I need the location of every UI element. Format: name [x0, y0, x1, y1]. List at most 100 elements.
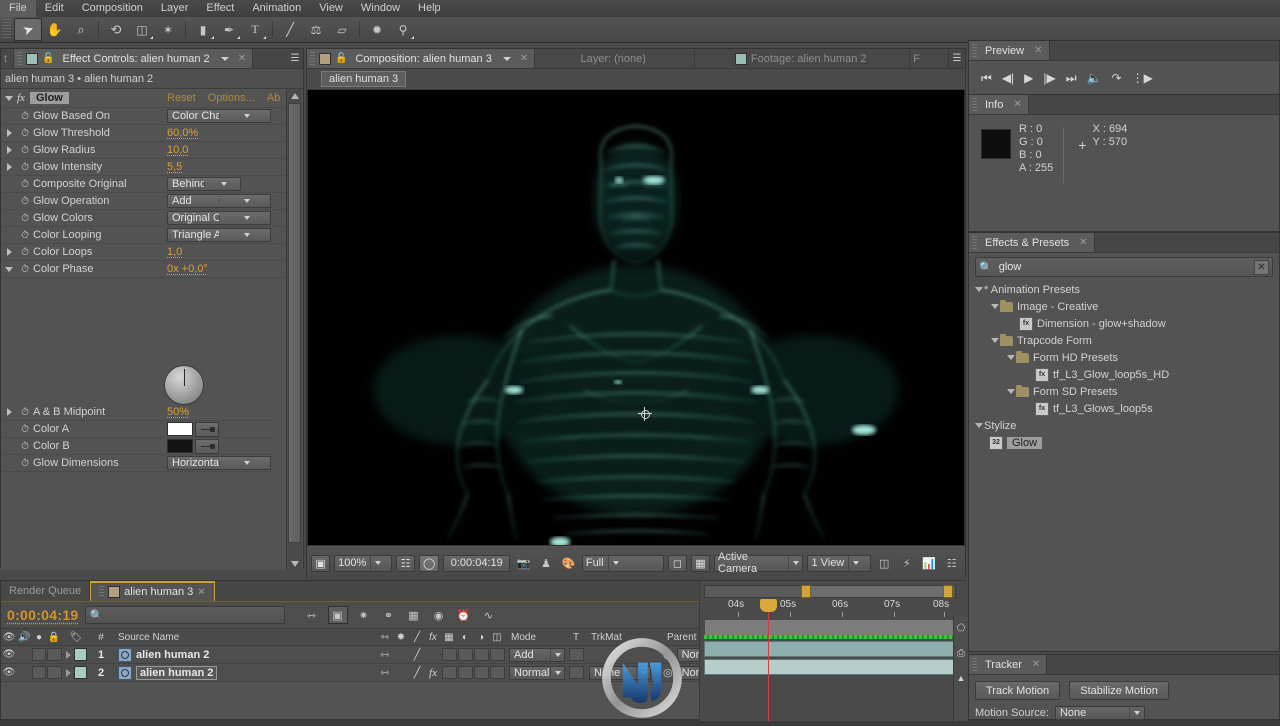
property-dropdown[interactable]: Original Colors [167, 211, 271, 225]
effects-search-input[interactable] [996, 260, 1254, 274]
stopwatch-icon[interactable]: ⏱ [17, 145, 33, 156]
twirl-down-icon[interactable] [973, 423, 984, 428]
tree-folder-image-creative[interactable]: Image - Creative [969, 298, 1279, 315]
timeline-search-input[interactable]: 🔍 [84, 606, 285, 624]
tree-preset-tf-glows-loop5s[interactable]: fx tf_L3_Glows_loop5s [969, 400, 1279, 417]
composition-viewer[interactable] [307, 90, 965, 545]
menu-item-layer[interactable]: Layer [152, 0, 198, 17]
stopwatch-icon[interactable]: ⏱ [17, 111, 33, 122]
tab-layer[interactable]: Layer: (none) [535, 49, 696, 68]
property-row-glow-threshold[interactable]: ⏱ Glow Threshold 60,0% [1, 125, 303, 142]
region-of-interest-icon[interactable]: ◯ [419, 554, 440, 572]
comp-stage[interactable] [308, 90, 964, 545]
property-row-color-looping[interactable]: ⏱ Color Looping Triangle A>B>A [1, 227, 303, 244]
puppet-pin-tool[interactable]: ⚲ [390, 19, 416, 40]
property-dropdown[interactable]: Color Channels [167, 109, 271, 123]
tab-effects-presets[interactable]: Effects & Presets ✕ [969, 233, 1095, 252]
motion-blur-icon[interactable]: ▦ [405, 607, 423, 623]
layer-motionblur-switch[interactable] [457, 648, 473, 661]
type-tool[interactable]: T [242, 19, 268, 40]
effect-twirl-icon[interactable] [1, 95, 17, 101]
next-frame-button[interactable]: |▶ [1043, 71, 1055, 85]
layer-quality-switch[interactable]: ╱ [409, 664, 425, 681]
first-frame-button[interactable]: ⏮ [981, 71, 992, 86]
tab-composition[interactable]: 🔓 Composition: alien human 3 ✕ [307, 49, 536, 68]
tree-folder-form-hd-presets[interactable]: Form HD Presets [969, 349, 1279, 366]
tab-footage[interactable]: Footage: alien human 2 [695, 49, 911, 68]
tab-render-queue[interactable]: Render Queue [1, 581, 91, 601]
grid-guides-icon[interactable]: ☷ [396, 554, 416, 572]
property-dropdown[interactable]: Behind [167, 177, 241, 191]
column-header-source-name[interactable]: Source Name [112, 629, 377, 645]
property-row-glow-dimensions[interactable]: ⏱ Glow Dimensions Horizontal an... [1, 455, 275, 472]
views-dropdown[interactable]: 1 View [807, 554, 871, 572]
scroll-down-icon[interactable] [289, 558, 300, 569]
property-row-color-a[interactable]: ⏱ Color A [1, 421, 275, 438]
layer-visibility-toggle[interactable]: 👁 [1, 664, 17, 681]
eraser-tool[interactable]: ▱ [329, 19, 355, 40]
hand-tool[interactable]: ✋ [42, 19, 68, 40]
lock-toggle[interactable] [46, 666, 62, 679]
transparency-grid-icon[interactable]: ▦ [690, 554, 711, 572]
chevron-down-icon[interactable] [500, 52, 514, 66]
clear-search-icon[interactable]: ✕ [1254, 259, 1269, 275]
eyedropper-icon[interactable] [195, 438, 219, 454]
layer-twirl-icon[interactable] [65, 650, 71, 659]
motion-source-dropdown[interactable]: None [1054, 706, 1145, 720]
effect-header-row[interactable]: fx Glow Reset Options... Ab [1, 89, 303, 108]
stopwatch-icon[interactable]: ⏱ [17, 179, 33, 190]
tree-preset-tf-glow-loop5s-hd[interactable]: fx tf_L3_Glow_loop5s_HD [969, 366, 1279, 383]
layer-adjustment-switch[interactable] [473, 648, 489, 661]
lock-toggle[interactable] [46, 648, 62, 661]
column-header-index[interactable]: # [90, 629, 112, 645]
stopwatch-icon[interactable]: ⏱ [17, 213, 33, 224]
solo-toggle[interactable] [32, 648, 46, 661]
property-value[interactable]: 50% [167, 406, 189, 418]
property-row-composite-original[interactable]: ⏱ Composite Original Behind [1, 176, 303, 193]
previous-frame-button[interactable]: ◀| [1002, 71, 1014, 85]
close-icon[interactable]: ✕ [1032, 659, 1040, 670]
eyedropper-icon[interactable] [195, 421, 219, 437]
tab-flowchart[interactable]: F [910, 49, 949, 68]
tree-folder-trapcode-form[interactable]: Trapcode Form [969, 332, 1279, 349]
twirl-icon[interactable] [1, 248, 17, 256]
layer-parent-switch[interactable]: ⇿ [377, 646, 393, 663]
comp-thumbnail-icon[interactable]: ⎙ [954, 648, 968, 659]
selection-tool[interactable]: ➤ [14, 18, 42, 41]
lock-icon[interactable]: 🔓 [335, 53, 347, 64]
stopwatch-icon[interactable]: ⏱ [17, 407, 33, 418]
tree-group-animation-presets[interactable]: * Animation Presets [969, 281, 1279, 298]
tree-effect-glow[interactable]: 32 Glow [969, 434, 1279, 451]
tab-preview[interactable]: Preview ✕ [969, 41, 1050, 60]
scrollbar-thumb[interactable] [288, 103, 301, 543]
layer-label-swatch[interactable] [73, 648, 87, 661]
tree-preset-dimension-glow-shadow[interactable]: fx Dimension - glow+shadow [969, 315, 1279, 332]
layer-mode-dropdown[interactable]: Add [509, 647, 565, 662]
stopwatch-icon[interactable]: ⏱ [17, 458, 33, 469]
audio-toggle-button[interactable]: 🔈 [1087, 71, 1102, 85]
property-value[interactable]: 5,5 [167, 161, 182, 173]
layer-3d-switch[interactable] [489, 666, 505, 679]
always-preview-icon[interactable]: ▣ [311, 554, 331, 572]
camera-dropdown[interactable]: Active Camera [714, 551, 804, 575]
close-icon[interactable]: ✕ [1013, 99, 1021, 110]
pen-tool[interactable]: ✒ [216, 19, 242, 40]
toolbar-grip[interactable] [2, 19, 11, 40]
property-row-glow-operation[interactable]: ⏱ Glow Operation Add [1, 193, 303, 210]
layer-parent-switch[interactable]: ⇿ [377, 664, 393, 681]
layer-frameblend-switch[interactable] [441, 648, 457, 661]
layer-trkmat-dropdown[interactable]: None [589, 665, 651, 680]
property-dropdown[interactable]: Horizontal an... [167, 456, 271, 470]
reset-link[interactable]: Reset [167, 92, 196, 104]
stopwatch-icon[interactable]: ⏱ [17, 128, 33, 139]
property-value[interactable]: 60,0% [167, 127, 198, 139]
property-row-glow-colors[interactable]: ⏱ Glow Colors Original Colors [1, 210, 303, 227]
color-phase-dial[interactable] [164, 365, 204, 405]
resolution-dropdown[interactable]: Full [581, 554, 664, 572]
tree-folder-form-sd-presets[interactable]: Form SD Presets [969, 383, 1279, 400]
comp-marker-icon[interactable]: ⬠ [954, 623, 968, 634]
layer-trkmat-cell[interactable] [587, 646, 659, 663]
options-link[interactable]: Options... [208, 92, 255, 104]
color-b-swatch[interactable] [167, 439, 193, 453]
stopwatch-icon[interactable]: ⏱ [17, 230, 33, 241]
